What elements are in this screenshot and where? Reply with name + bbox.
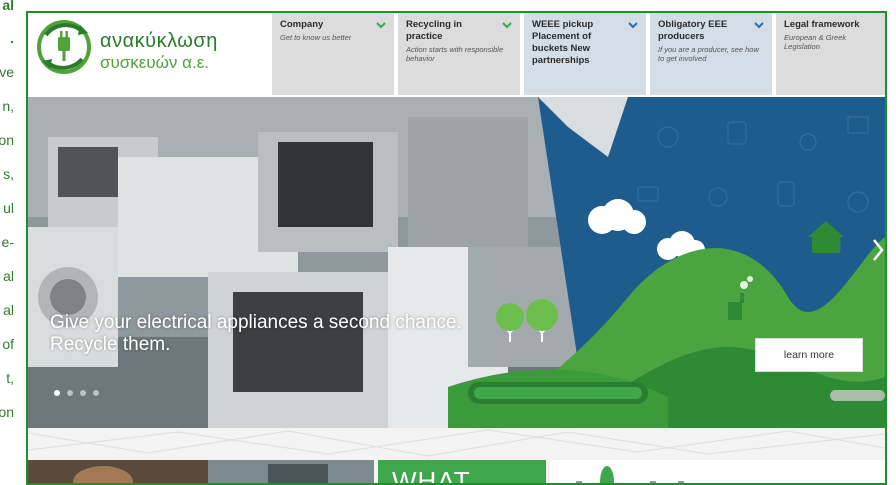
nav-item-title: Recycling in practice [406,19,462,42]
chevron-down-icon [376,22,386,29]
slider-progress-bar [830,390,885,401]
what-heading: WHAT [392,466,471,485]
nav-item-subtitle: If you are a producer, see how to get in… [658,45,759,63]
left-text-line: . [10,30,14,46]
hero-caption-line: Give your electrical appliances a second… [50,312,462,333]
slider-dot[interactable] [93,390,99,396]
nav-item-subtitle: European & Greek Legislation [784,33,847,51]
nav-item-subtitle: Action starts with responsible behavior [406,45,504,63]
chevron-down-icon [628,22,638,29]
hero-slider[interactable]: Give your electrical appliances a second… [28,97,885,428]
site-header: ανακύκλωση συσκευών α.ε. Company Get to … [28,13,885,97]
content-photo[interactable] [28,460,374,483]
lower-content-strip: WHAT [28,428,885,485]
nav-item-recycling-in-practice[interactable]: Recycling in practice Action starts with… [398,13,520,95]
slider-dot[interactable] [80,390,86,396]
slider-dot[interactable] [54,390,60,396]
nav-item-weee-pickup[interactable]: WEEE pickup Placement of buckets New par… [524,13,646,95]
what-section-tile[interactable]: WHAT [378,460,546,485]
content-photo-image [28,460,374,483]
left-text-line: s, [3,166,14,182]
left-text-line: al [3,268,14,284]
chevron-down-icon [502,22,512,29]
nav-item-title: WEEE pickup Placement of buckets New par… [532,19,594,66]
embedded-website-frame: ανακύκλωση συσκευών α.ε. Company Get to … [26,11,887,485]
info-tile[interactable] [550,460,885,483]
recycling-plug-logo-icon [37,20,91,74]
left-text-line: on [0,132,14,148]
slider-dot[interactable] [67,390,73,396]
nav-item-obligatory-producers[interactable]: Obligatory EEE producers If you are a pr… [650,13,772,95]
left-text-line: al [3,302,14,318]
left-text-line: of [2,336,14,352]
hero-caption: Give your electrical appliances a second… [50,312,462,356]
decorative-line-pattern [28,429,885,457]
logo-wordmark-secondary: συσκευών α.ε. [100,53,210,72]
hero-caption-line: Recycle them. [50,334,171,355]
chevron-down-icon [754,22,764,29]
chevron-right-icon[interactable] [871,237,885,263]
left-text-line: on [0,404,14,420]
left-text-line: t, [6,370,14,386]
hero-illustration [28,97,885,428]
leaf-icon [576,466,684,483]
logo-wordmark-primary: ανακύκλωση [100,30,218,52]
left-text-line: ul [3,200,14,216]
left-text-line: e- [1,234,14,250]
nav-item-title: Legal framework [784,19,860,30]
nav-item-legal-framework[interactable]: Legal framework European & Greek Legisla… [776,13,885,95]
left-text-line: ve [0,64,14,80]
nav-item-title: Company [280,19,324,30]
nav-item-company[interactable]: Company Get to know us better [272,13,394,95]
site-logo[interactable]: ανακύκλωση συσκευών α.ε. [34,15,266,85]
left-text-line: n, [2,98,14,114]
left-text-column: al . ve n, on s, ul e- al al of t, on [0,0,26,485]
learn-more-button[interactable]: learn more [755,338,863,372]
left-text-line: al [2,0,14,13]
nav-item-title: Obligatory EEE producers [658,19,728,42]
slider-pagination [54,390,99,396]
nav-item-subtitle: Get to know us better [280,33,352,42]
